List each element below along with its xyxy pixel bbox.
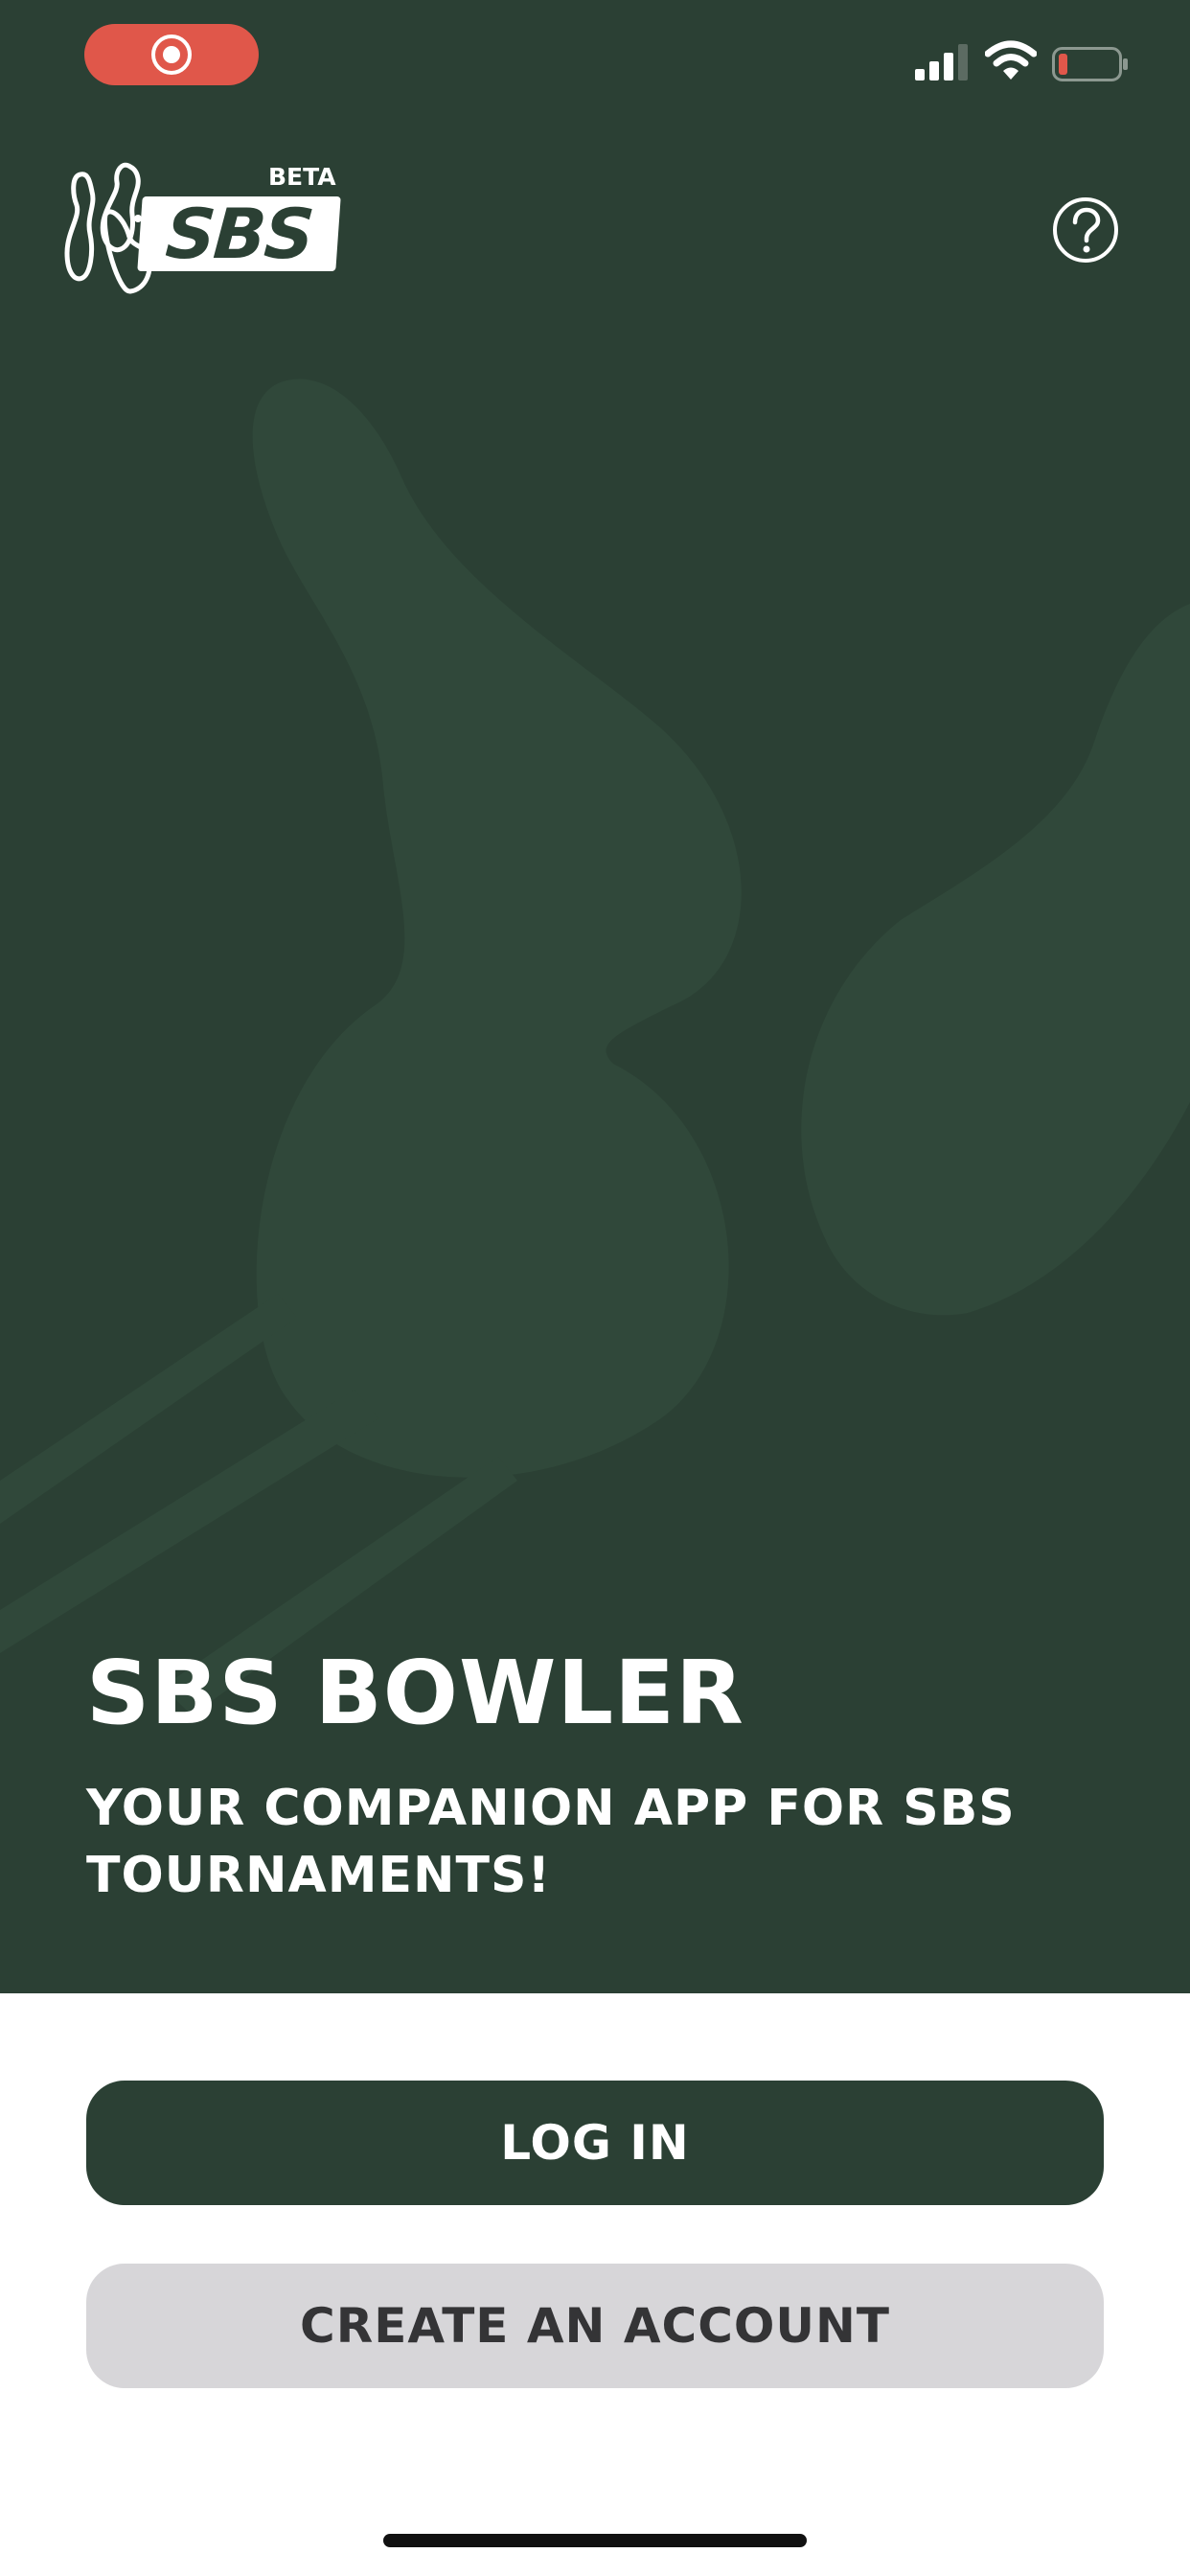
- app-subtitle: YOUR COMPANION APP FOR SBS TOURNAMENTS!: [86, 1780, 1016, 1904]
- hero-section: BETA SBS SBS BOWLER YOUR COMPANION APP F…: [0, 0, 1190, 1993]
- wifi-icon: [985, 40, 1037, 80]
- logo-wordmark: SBS: [137, 194, 341, 274]
- screen-recording-indicator[interactable]: [84, 24, 259, 85]
- cellular-signal-icon: [915, 44, 968, 80]
- app-title: SBS BOWLER: [86, 1642, 744, 1744]
- home-indicator[interactable]: [383, 2534, 807, 2547]
- question-circle-icon[interactable]: [1051, 196, 1120, 264]
- sbs-logo: BETA SBS: [61, 157, 349, 297]
- beta-badge: BETA: [268, 163, 336, 191]
- create-account-button[interactable]: CREATE AN ACCOUNT: [86, 2264, 1104, 2388]
- screen-record-icon: [151, 34, 192, 75]
- log-in-button[interactable]: LOG IN: [86, 2081, 1104, 2205]
- battery-low-icon: [1052, 47, 1128, 81]
